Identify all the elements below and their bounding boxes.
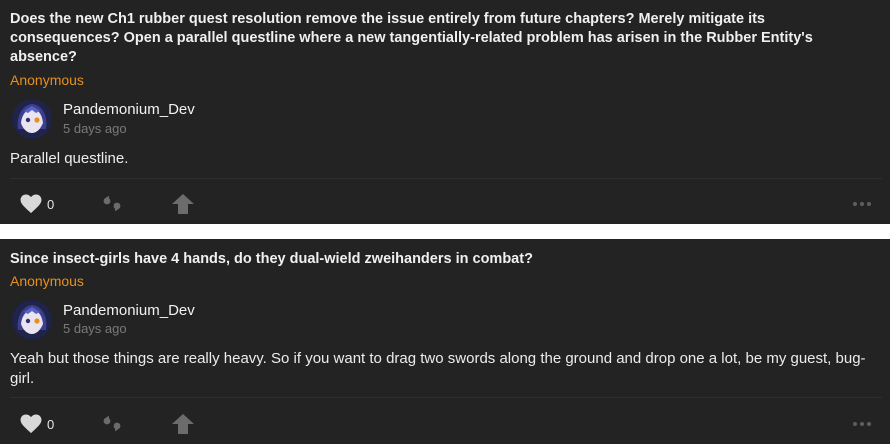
more-options-button[interactable] <box>852 189 872 219</box>
like-count: 0 <box>47 416 55 432</box>
more-dots-icon <box>853 422 871 426</box>
avatar[interactable] <box>12 99 52 139</box>
post-card: Does the new Ch1 rubber quest resolution… <box>0 0 890 224</box>
more-dots-icon <box>853 202 871 206</box>
question-text: Since insect-girls have 4 hands, do they… <box>10 251 533 267</box>
share-arrow-icon <box>172 194 194 214</box>
avatar-image <box>12 300 52 340</box>
quote-button[interactable] <box>102 189 124 219</box>
heart-icon <box>20 414 42 434</box>
asker-name: Anonymous <box>10 273 84 289</box>
divider <box>10 397 882 398</box>
quote-icon <box>103 416 121 431</box>
share-button[interactable] <box>171 409 195 439</box>
action-bar: 0 <box>0 189 890 219</box>
author-name[interactable]: Pandemonium_Dev <box>63 302 195 319</box>
post-timestamp: 5 days ago <box>63 321 127 336</box>
more-options-button[interactable] <box>852 409 872 439</box>
quote-button[interactable] <box>102 409 124 439</box>
share-button[interactable] <box>171 189 195 219</box>
question-text: Does the new Ch1 rubber quest resolution… <box>10 11 813 65</box>
like-count: 0 <box>47 196 55 212</box>
post-card: Since insect-girls have 4 hands, do they… <box>0 239 890 444</box>
answer-text: Parallel questline. <box>10 150 129 167</box>
like-button[interactable]: 0 <box>20 409 54 439</box>
action-bar: 0 <box>0 409 890 439</box>
post-timestamp: 5 days ago <box>63 121 127 136</box>
author-name[interactable]: Pandemonium_Dev <box>63 101 195 118</box>
answer-text: Yeah but those things are really heavy. … <box>10 350 866 387</box>
avatar[interactable] <box>12 300 52 340</box>
asker-name: Anonymous <box>10 72 84 88</box>
heart-icon <box>20 194 42 214</box>
divider <box>10 178 882 179</box>
quote-icon <box>103 196 121 211</box>
avatar-image <box>12 99 52 139</box>
share-arrow-icon <box>172 414 194 434</box>
like-button[interactable]: 0 <box>20 189 54 219</box>
